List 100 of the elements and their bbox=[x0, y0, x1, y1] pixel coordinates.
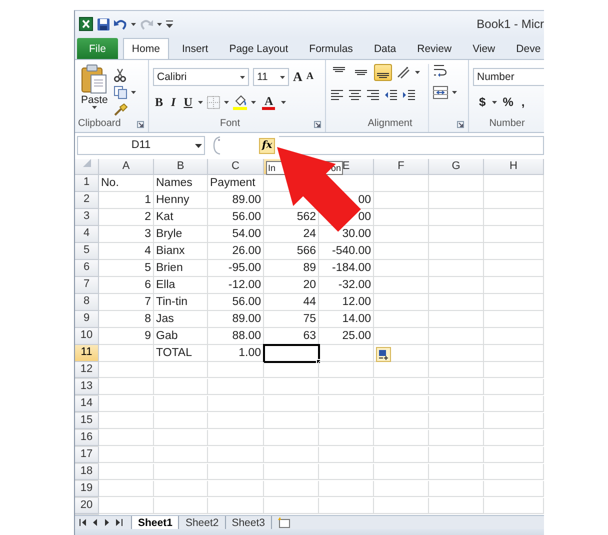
save-icon[interactable] bbox=[97, 18, 110, 30]
dialog-launcher-icon[interactable] bbox=[314, 121, 321, 128]
row-header[interactable]: 10 bbox=[75, 328, 99, 345]
font-name-field[interactable]: Calibri bbox=[153, 68, 249, 86]
ribbon-tab[interactable]: Home bbox=[122, 38, 169, 59]
ribbon-tab[interactable]: Formulas bbox=[301, 38, 361, 59]
row-header[interactable]: 19 bbox=[75, 481, 99, 497]
row-header[interactable]: 3 bbox=[75, 209, 99, 226]
caret-icon[interactable] bbox=[195, 144, 202, 148]
caret-icon[interactable] bbox=[157, 22, 162, 26]
fill-handle[interactable] bbox=[316, 359, 321, 364]
next-sheet-icon[interactable] bbox=[103, 518, 111, 527]
row-header[interactable]: 8 bbox=[75, 294, 99, 311]
row-header[interactable]: 15 bbox=[75, 413, 99, 429]
bold-button[interactable]: B bbox=[153, 94, 166, 110]
shrink-font-button[interactable]: A bbox=[306, 69, 314, 85]
caret-icon[interactable] bbox=[240, 76, 245, 78]
caret-icon[interactable] bbox=[281, 100, 286, 104]
active-cell[interactable] bbox=[264, 345, 319, 362]
dialog-launcher-icon[interactable] bbox=[137, 121, 144, 128]
ribbon-tab[interactable]: Data bbox=[366, 38, 404, 59]
font-size-field[interactable]: 11 bbox=[253, 68, 289, 86]
empty-cell bbox=[484, 311, 544, 328]
increase-indent-icon[interactable] bbox=[402, 89, 416, 101]
column-header[interactable]: A bbox=[99, 159, 154, 175]
formula-input-field[interactable] bbox=[279, 136, 544, 155]
empty-cell bbox=[374, 498, 429, 514]
caret-icon[interactable] bbox=[492, 100, 497, 104]
empty-cell bbox=[429, 328, 484, 345]
wrap-text-icon[interactable] bbox=[433, 64, 448, 78]
row-header[interactable]: 4 bbox=[75, 226, 99, 243]
copy-icon[interactable] bbox=[114, 86, 127, 99]
currency-button[interactable]: $ bbox=[477, 94, 488, 110]
number-format-field[interactable]: Number bbox=[473, 68, 544, 86]
first-sheet-icon[interactable] bbox=[79, 518, 87, 527]
caret-icon[interactable] bbox=[131, 22, 136, 26]
name-box[interactable]: D11 bbox=[77, 136, 205, 155]
row-header[interactable]: 20 bbox=[75, 498, 99, 514]
italic-button[interactable]: I bbox=[169, 94, 178, 110]
caret-icon[interactable] bbox=[280, 76, 285, 78]
grow-font-button[interactable]: A bbox=[293, 69, 302, 85]
row-header[interactable]: 11 bbox=[75, 345, 99, 362]
empty-cell bbox=[429, 243, 484, 260]
brush-icon[interactable] bbox=[114, 103, 128, 116]
ribbon-tab[interactable]: Page Layout bbox=[221, 38, 296, 59]
decrease-indent-icon[interactable] bbox=[384, 89, 398, 101]
scissors-icon[interactable] bbox=[114, 68, 126, 82]
row-header[interactable]: 7 bbox=[75, 277, 99, 294]
row-header[interactable]: 13 bbox=[75, 379, 99, 395]
caret-icon[interactable] bbox=[251, 100, 256, 104]
ribbon-tab[interactable]: Review bbox=[409, 38, 460, 59]
undo-icon[interactable] bbox=[114, 18, 127, 30]
caret-icon[interactable] bbox=[415, 71, 420, 74]
column-header[interactable]: F bbox=[374, 159, 429, 175]
paste-button[interactable]: Paste bbox=[79, 64, 110, 114]
previous-sheet-icon[interactable] bbox=[91, 518, 99, 527]
ribbon-tab[interactable]: Insert bbox=[174, 38, 216, 59]
row-header[interactable]: 9 bbox=[75, 311, 99, 328]
row-header[interactable]: 14 bbox=[75, 396, 99, 412]
row-header[interactable]: 17 bbox=[75, 447, 99, 463]
ribbon-tab[interactable]: View bbox=[464, 38, 504, 59]
text-orientation-icon[interactable] bbox=[396, 66, 411, 79]
empty-cell bbox=[429, 260, 484, 277]
column-header[interactable]: H bbox=[484, 159, 544, 175]
caret-icon[interactable] bbox=[224, 100, 230, 104]
percent-button[interactable]: % bbox=[500, 94, 516, 110]
last-sheet-icon[interactable] bbox=[115, 518, 123, 527]
file-menu-button[interactable]: File bbox=[77, 38, 118, 59]
fill-color-icon[interactable] bbox=[233, 94, 248, 110]
caret-icon[interactable] bbox=[198, 100, 204, 104]
comma-style-button[interactable]: , bbox=[519, 94, 527, 110]
row-header[interactable]: 5 bbox=[75, 243, 99, 260]
empty-cell bbox=[374, 328, 429, 345]
caret-icon[interactable] bbox=[452, 91, 457, 94]
new-sheet-icon[interactable] bbox=[277, 517, 291, 528]
row-header[interactable]: 16 bbox=[75, 430, 99, 446]
column-header[interactable]: B bbox=[154, 159, 208, 175]
insert-function-button[interactable]: fx bbox=[259, 138, 276, 154]
column-header[interactable]: C bbox=[208, 159, 264, 175]
row-header[interactable]: 6 bbox=[75, 260, 99, 277]
merge-cells-icon[interactable] bbox=[433, 86, 448, 99]
caret-icon[interactable] bbox=[130, 91, 136, 94]
column-header[interactable]: G bbox=[429, 159, 484, 175]
empty-cell bbox=[154, 481, 208, 497]
empty-cell bbox=[429, 311, 484, 328]
align-center-icon[interactable] bbox=[348, 89, 362, 101]
customize-toolbar-icon[interactable] bbox=[166, 20, 173, 28]
row-header[interactable]: 18 bbox=[75, 464, 99, 480]
font-color-button[interactable]: A bbox=[260, 94, 278, 110]
align-right-icon[interactable] bbox=[366, 89, 380, 101]
sheet-tab[interactable]: Sheet1 bbox=[132, 516, 180, 529]
row-header[interactable]: 1 bbox=[75, 175, 99, 192]
ribbon-tab[interactable]: Deve bbox=[508, 38, 544, 59]
row-header[interactable]: 12 bbox=[75, 362, 99, 378]
underline-button[interactable]: U bbox=[182, 94, 194, 110]
dialog-launcher-icon[interactable] bbox=[457, 121, 464, 128]
paste-options-icon[interactable] bbox=[376, 347, 391, 362]
row-header[interactable]: 2 bbox=[75, 192, 99, 209]
bottom-align-button[interactable] bbox=[374, 64, 392, 81]
align-left-icon[interactable] bbox=[330, 89, 344, 101]
